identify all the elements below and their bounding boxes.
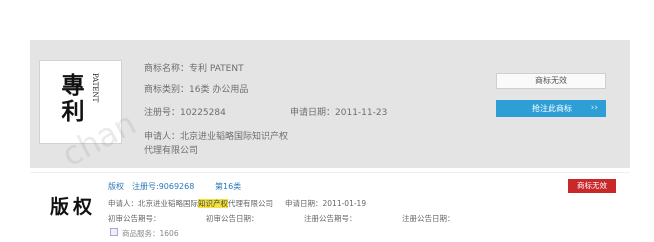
trademark-invalid-button[interactable]: 商标无效 [496,73,606,89]
class-tag[interactable]: 第16类 [215,181,241,192]
application-date-row-2: 申请日期：2011-01-19 [285,198,366,209]
applicant-label: 申请人： [144,132,181,142]
double-chevron-right-icon: ›› [590,103,598,113]
applicant-row-2: 申请人：北京进业韬略国际知识产权代理有限公司 [108,198,273,209]
applicant-label-2: 申请人： [108,199,138,208]
application-date-row: 申请日期：2011-11-23 [290,105,387,118]
logo-chinese-text: 專利 [61,72,85,125]
registration-pub-date-label: 注册公告日期： [402,214,455,223]
preliminary-pub-number-label: 初审公告期号： [108,214,161,223]
applicant-name-suffix: 代理有限公司 [228,199,273,208]
trademark-card-copyright: 版权 版权 注册号:9069268 第16类 申请人：北京进业韬略国际知识产权代… [30,174,630,242]
trademark-name-value: 专利 PATENT [189,64,244,74]
trademark-name-label: 商标名称： [144,64,190,74]
applicant-name-prefix: 北京进业韬略国际 [138,199,198,208]
register-this-trademark-button[interactable]: 抢注此商标 ›› [496,100,606,117]
trademark-card-patent: 專利 PATENT chan 商标名称：专利 PATENT 商标类别：16类 办… [30,40,630,174]
application-date-value-2: 2011-01-19 [322,199,367,208]
status-badge: 商标无效 [568,179,616,193]
register-button-label: 抢注此商标 [532,104,572,113]
trademark-logo-copyright: 版权 [50,196,97,218]
trademark-name-row: 商标名称：专利 PATENT [144,61,244,74]
trademark-class-label: 商标类别： [144,85,190,95]
card-divider [30,172,630,173]
applicant-value-line1: 北京进业韬略国际知识产权 [180,132,289,142]
preliminary-pub-date-label: 初审公告日期： [206,214,259,223]
registration-number-label: 注册号： [144,108,181,118]
application-date-value: 2011-11-23 [335,108,388,118]
highlighted-search-term: 知识产权 [198,199,228,208]
applicant-value-line2: 代理有限公司 [144,146,199,156]
trademark-class-value: 16类 办公用品 [189,85,249,95]
registration-number-value: 10225284 [180,108,226,118]
registration-number-tag[interactable]: 注册号:9069268 [132,181,194,192]
trademark-class-row: 商标类别：16类 办公用品 [144,82,248,95]
goods-services-icon [110,228,118,236]
type-tag[interactable]: 版权 [108,181,124,192]
application-date-label: 申请日期： [290,108,336,118]
application-date-label-2: 申请日期： [285,199,323,208]
applicant-row: 申请人：北京进业韬略国际知识产权 [144,129,288,142]
goods-services-text: 商品服务：1606 [122,229,179,238]
registration-number-row: 注册号：10225284 [144,105,226,118]
registration-pub-number-label: 注册公告期号： [304,214,357,223]
